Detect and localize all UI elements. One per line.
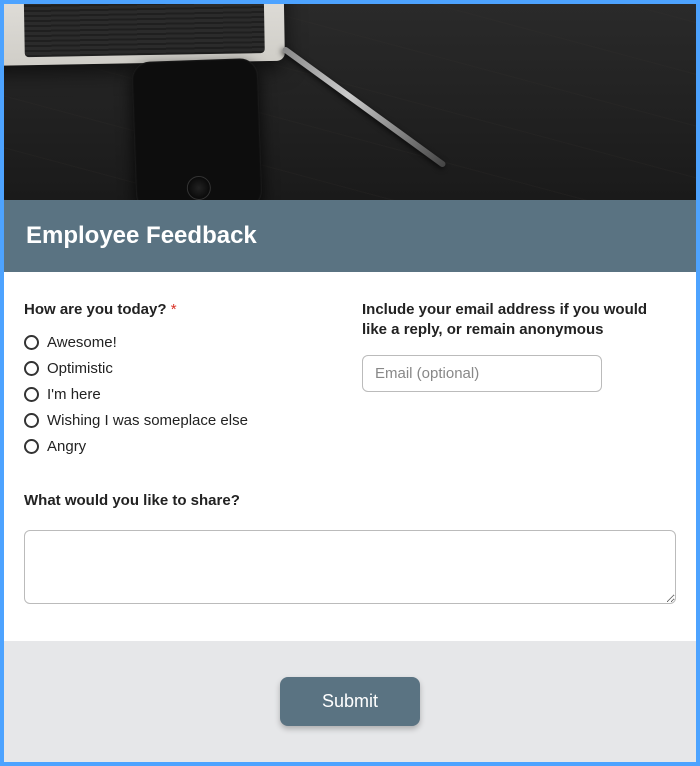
mood-radio-group: Awesome! Optimistic I'm here Wishing I w… [24, 334, 338, 455]
question-email-label: Include your email address if you would … [362, 300, 676, 341]
radio-label: Awesome! [47, 334, 117, 351]
radio-label: Optimistic [47, 360, 113, 377]
radio-label: Angry [47, 438, 86, 455]
form-frame: Employee Feedback How are you today? * A… [0, 0, 700, 766]
question-mood-text: How are you today? [24, 301, 167, 318]
form-body: How are you today? * Awesome! Optimistic… [4, 272, 696, 641]
share-textarea[interactable] [24, 530, 676, 604]
radio-label: I'm here [47, 386, 101, 403]
radio-im-here[interactable]: I'm here [24, 386, 338, 403]
phone-graphic [131, 58, 262, 200]
radio-icon [24, 413, 39, 428]
radio-someplace-else[interactable]: Wishing I was someplace else [24, 412, 338, 429]
radio-icon [24, 439, 39, 454]
radio-icon [24, 361, 39, 376]
form-footer: Submit [4, 641, 696, 763]
radio-icon [24, 335, 39, 350]
radio-awesome[interactable]: Awesome! [24, 334, 338, 351]
required-marker: * [171, 301, 177, 318]
question-mood-label: How are you today? * [24, 300, 338, 320]
hero-image [4, 4, 696, 200]
form-title: Employee Feedback [26, 222, 674, 250]
email-input[interactable] [362, 355, 602, 392]
title-bar: Employee Feedback [4, 200, 696, 272]
radio-optimistic[interactable]: Optimistic [24, 360, 338, 377]
submit-button[interactable]: Submit [280, 677, 420, 726]
radio-icon [24, 387, 39, 402]
question-share-label: What would you like to share? [24, 491, 676, 511]
radio-label: Wishing I was someplace else [47, 412, 248, 429]
radio-angry[interactable]: Angry [24, 438, 338, 455]
